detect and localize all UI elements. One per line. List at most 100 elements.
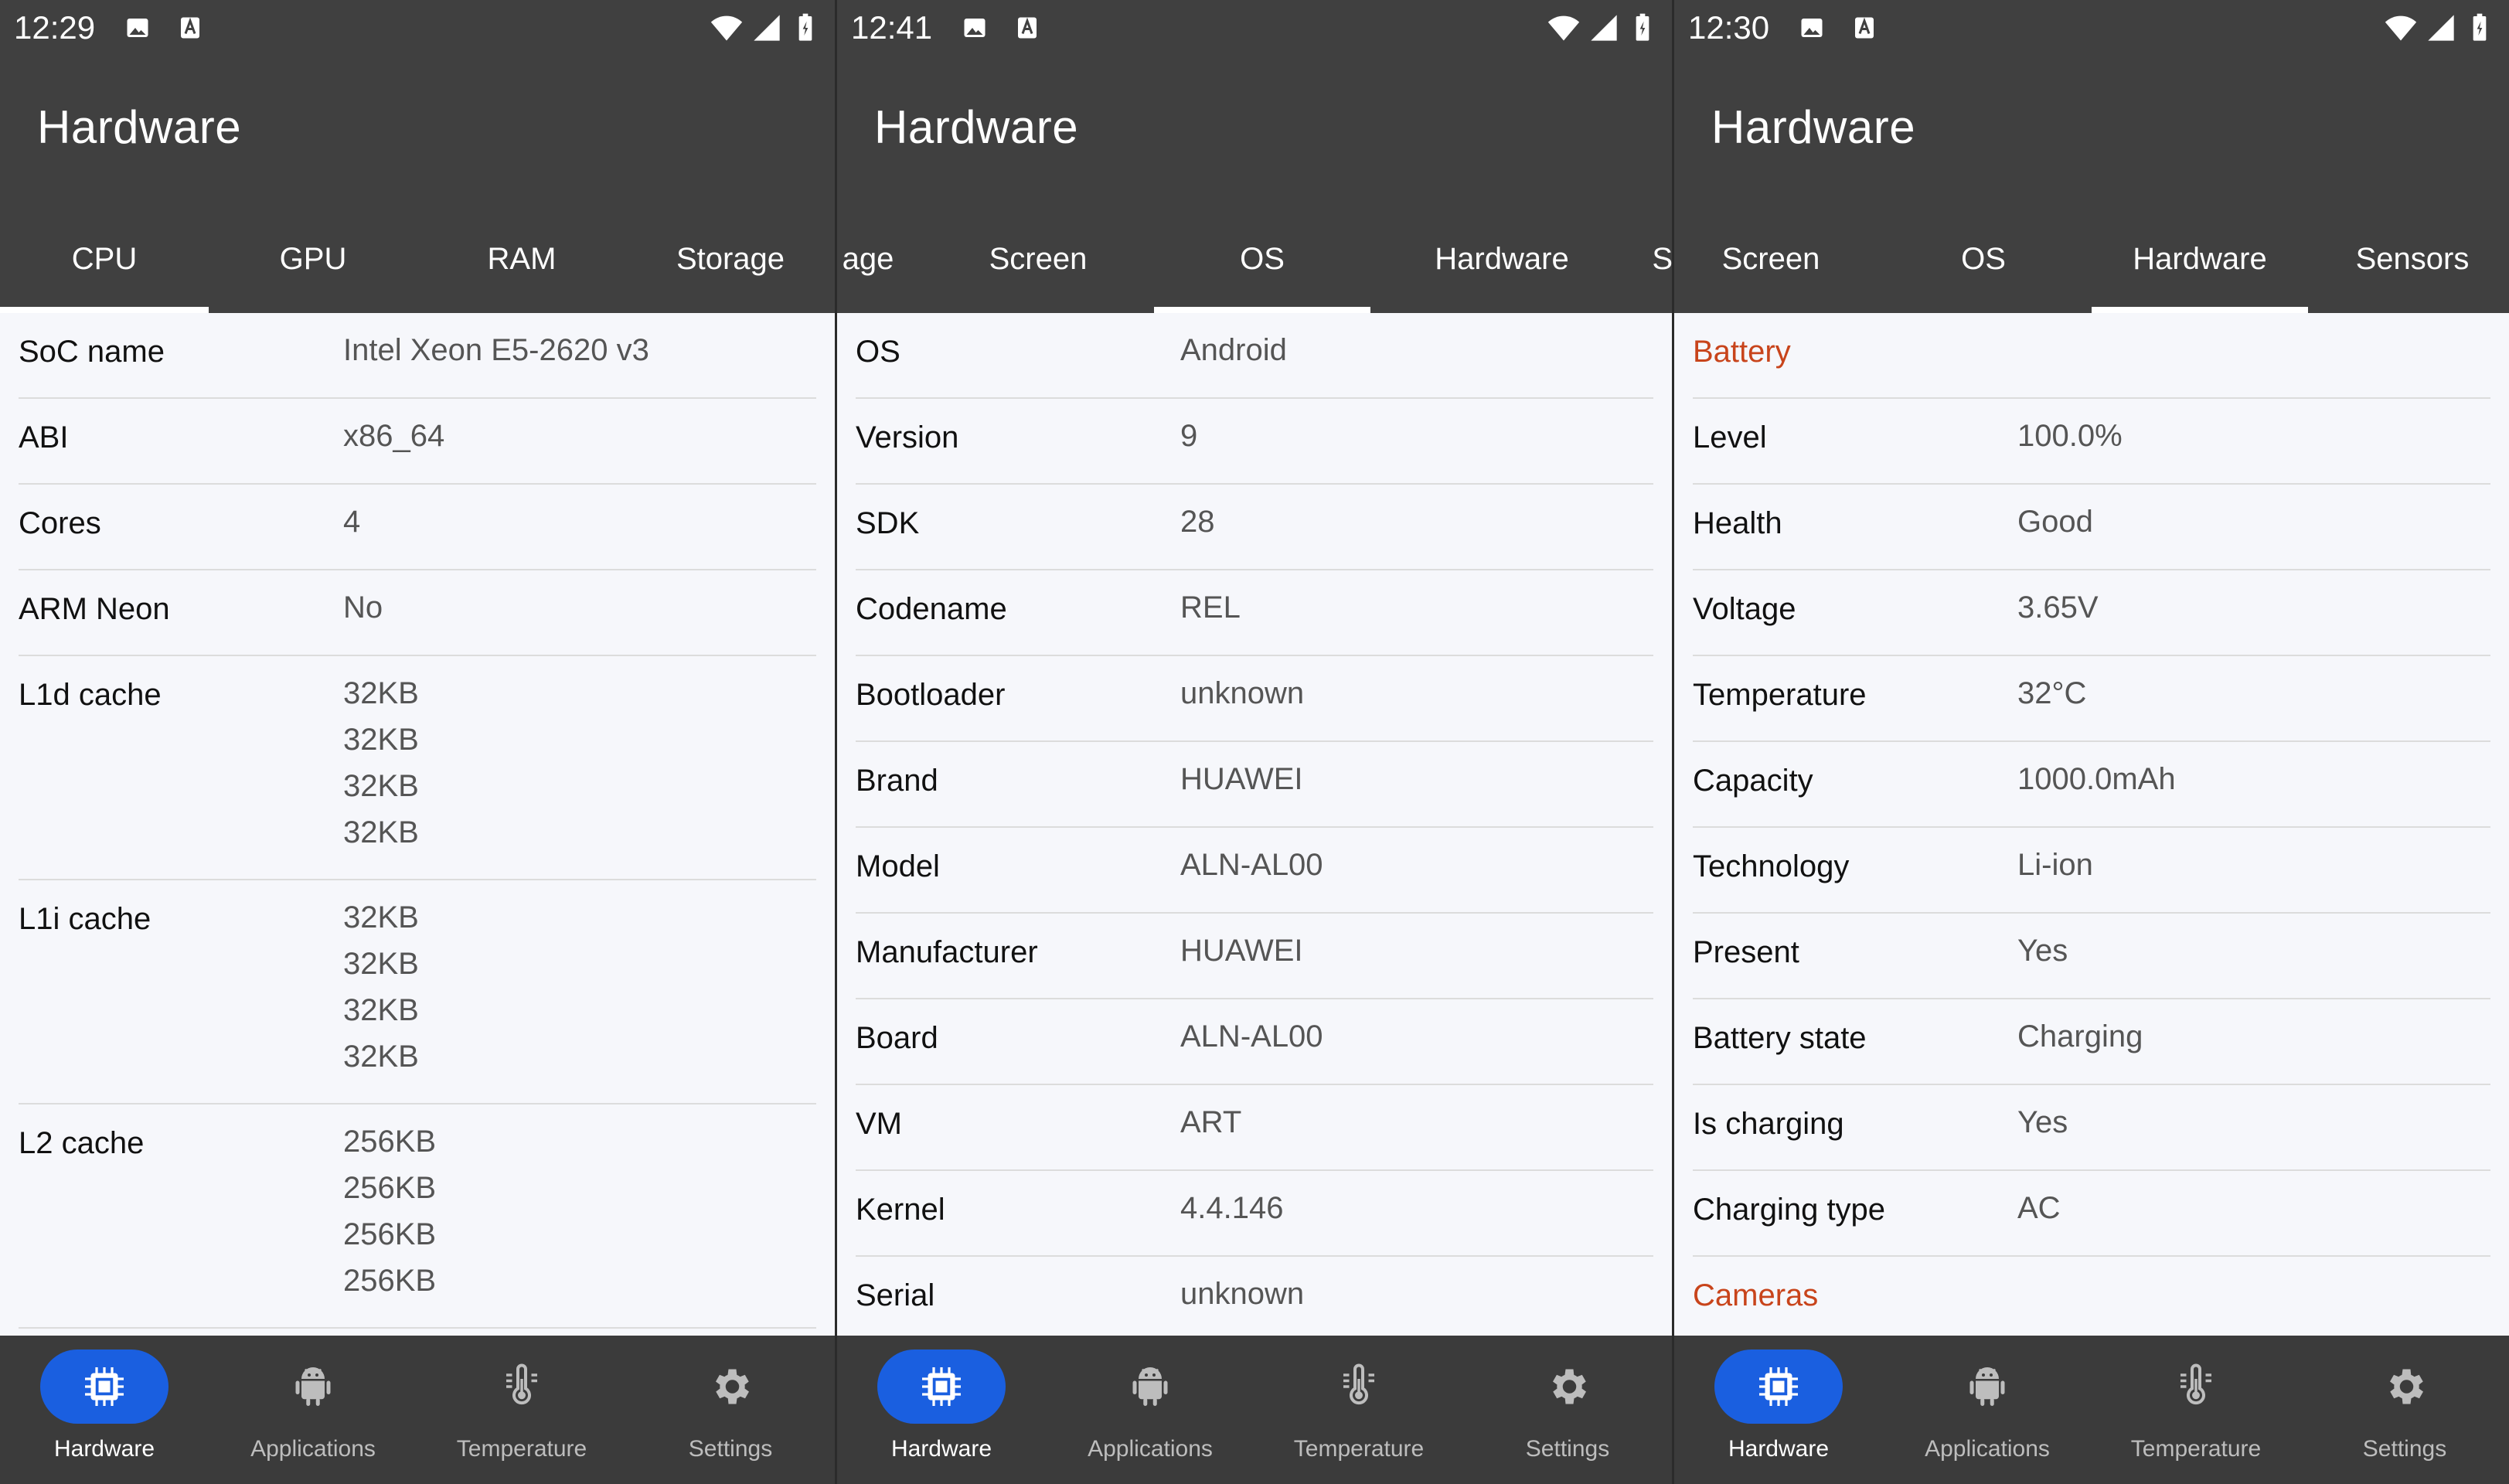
a-notification-icon <box>1850 14 1878 42</box>
info-row: Battery state Charging <box>1693 999 2490 1085</box>
nav-settings[interactable]: Settings <box>2300 1336 2509 1484</box>
tab-hardware[interactable]: Hardware <box>1370 224 1633 313</box>
info-value: HUAWEI <box>1180 762 1303 796</box>
thermometer-icon <box>1336 1363 1382 1410</box>
gear-icon <box>1544 1363 1591 1410</box>
bottom-navigation: Hardware Applications Temperature Settings <box>837 1336 1672 1484</box>
android-icon <box>1127 1363 1173 1410</box>
tab-gpu[interactable]: GPU <box>209 224 417 313</box>
wifi-icon <box>1547 11 1581 49</box>
info-key: ABI <box>19 420 69 454</box>
info-list: OS Android Version 9 SDK 28 Codename REL Bootloa… <box>837 313 1672 1336</box>
battery-charging-icon <box>790 11 821 49</box>
tab-os[interactable]: OS <box>1875 224 2092 313</box>
tab-cpu[interactable]: CPU <box>0 224 209 313</box>
nav-temperature[interactable]: Temperature <box>417 1336 626 1484</box>
nav-hardware[interactable]: Hardware <box>837 1336 1046 1484</box>
info-row: SoC name Intel Xeon E5-2620 v3 <box>19 313 816 399</box>
info-value: AC <box>2017 1191 2061 1225</box>
bottom-navigation: Hardware Applications Temperature Settings <box>0 1336 835 1484</box>
app-bar: 12:41HardwareageScreenOSHardwareSen <box>837 0 1672 313</box>
nav-settings[interactable]: Settings <box>626 1336 835 1484</box>
nav-hardware[interactable]: Hardware <box>1674 1336 1883 1484</box>
info-value: REL <box>1180 591 1241 625</box>
info-key: OS <box>856 335 900 369</box>
tab-storage[interactable]: Storage <box>626 224 835 313</box>
info-value: Li-ion <box>2017 848 2093 882</box>
info-row: Kernel 4.4.146 <box>856 1171 1653 1257</box>
info-row: Codename REL <box>856 570 1653 656</box>
tab-age[interactable]: age <box>837 224 930 313</box>
info-row: Bootloader unknown <box>856 656 1653 742</box>
tab-sensors[interactable]: Sensors <box>2316 224 2509 313</box>
info-list: SoC name Intel Xeon E5-2620 v3 ABI x86_64 Co… <box>0 313 835 1336</box>
battery-charging-icon <box>1627 11 1658 49</box>
nav-settings[interactable]: Settings <box>1463 1336 1672 1484</box>
signal-icon <box>751 12 782 47</box>
info-key: Model <box>856 849 940 883</box>
wifi-icon <box>710 11 744 49</box>
info-value: 4 <box>343 505 361 539</box>
info-row: Present Yes <box>1693 914 2490 999</box>
info-row: Is charging Yes <box>1693 1085 2490 1171</box>
nav-hardware[interactable]: Hardware <box>0 1336 209 1484</box>
android-icon <box>1964 1363 2010 1410</box>
info-key: L2 cache <box>19 1126 145 1160</box>
info-value: 4.4.146 <box>1180 1191 1284 1225</box>
image-notification-icon <box>961 14 989 42</box>
info-value: 9 <box>1180 419 1198 453</box>
status-bar: 12:41 <box>837 0 1672 56</box>
nav-applications[interactable]: Applications <box>1883 1336 2092 1484</box>
info-row: L1i cache 32KB 32KB 32KB 32KB <box>19 880 816 1104</box>
info-key: Kernel <box>856 1193 945 1227</box>
tab-screen[interactable]: Screen <box>922 224 1154 313</box>
info-row: Level 100.0% <box>1693 399 2490 485</box>
nav-applications[interactable]: Applications <box>1046 1336 1254 1484</box>
info-row: Serial unknown <box>856 1257 1653 1336</box>
nav-temperature[interactable]: Temperature <box>1254 1336 1463 1484</box>
info-value: Intel Xeon E5-2620 v3 <box>343 333 649 367</box>
info-key: L1i cache <box>19 902 151 936</box>
nav-label: Hardware <box>53 1436 155 1462</box>
info-key: Health <box>1693 506 1782 540</box>
info-row: Model ALN-AL00 <box>856 828 1653 914</box>
tab-hardware[interactable]: Hardware <box>2092 224 2308 313</box>
wifi-icon <box>2384 11 2418 49</box>
info-row: Health Good <box>1693 485 2490 570</box>
info-key: Codename <box>856 592 1007 626</box>
info-row: Brand HUAWEI <box>856 742 1653 828</box>
tab-ram[interactable]: RAM <box>417 224 626 313</box>
info-value: Yes <box>2017 934 2068 968</box>
page-title: Hardware <box>37 101 242 153</box>
nav-applications[interactable]: Applications <box>209 1336 417 1484</box>
info-key: Voltage <box>1693 592 1796 626</box>
nav-temperature[interactable]: Temperature <box>2092 1336 2300 1484</box>
info-key: ARM Neon <box>19 592 170 626</box>
info-value: unknown <box>1180 676 1305 710</box>
info-row: Temperature 32°C <box>1693 656 2490 742</box>
info-key: Serial <box>856 1278 935 1312</box>
info-row: Capacity 1000.0mAh <box>1693 742 2490 828</box>
info-value: ALN-AL00 <box>1180 848 1323 882</box>
page-title: Hardware <box>874 101 1079 153</box>
thermometer-icon <box>2173 1363 2219 1410</box>
nav-label: Applications <box>1925 1436 2050 1462</box>
info-value: 32KB 32KB 32KB 32KB <box>343 676 419 849</box>
info-value: No <box>343 591 383 625</box>
nav-label: Settings <box>688 1436 773 1462</box>
image-notification-icon <box>124 14 151 42</box>
info-value: Yes <box>2017 1105 2068 1139</box>
a-notification-icon <box>176 14 204 42</box>
info-key: Board <box>856 1021 938 1055</box>
info-row: SDK 28 <box>856 485 1653 570</box>
info-value: Charging <box>2017 1019 2143 1053</box>
tab-screen[interactable]: Screen <box>1674 224 1867 313</box>
info-key: SDK <box>856 506 920 540</box>
status-icons <box>1547 11 1658 49</box>
info-value: 1000.0mAh <box>2017 762 2176 796</box>
section-title: Cameras <box>1693 1278 1819 1312</box>
info-row: Charging type AC <box>1693 1171 2490 1257</box>
tab-sen[interactable]: Sen <box>1633 224 1672 313</box>
info-value: 28 <box>1180 505 1215 539</box>
tab-os[interactable]: OS <box>1154 224 1370 313</box>
